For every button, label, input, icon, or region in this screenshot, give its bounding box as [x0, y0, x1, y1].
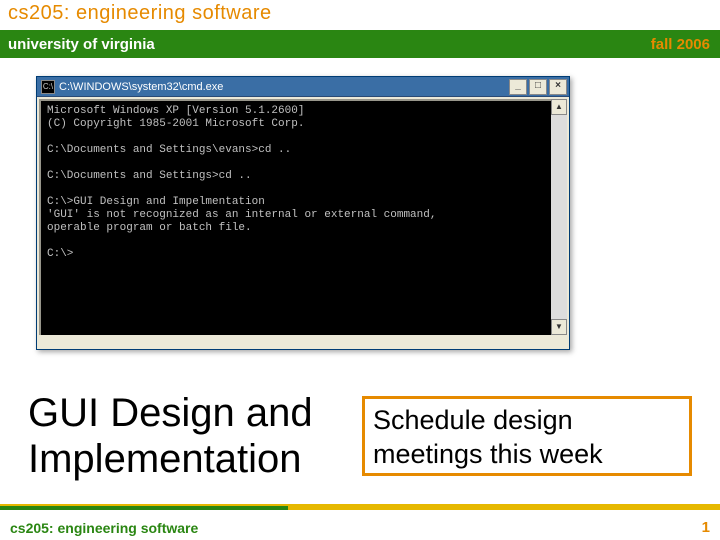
slide-title-line2: Implementation [28, 436, 313, 482]
minimize-button[interactable]: _ [509, 79, 527, 95]
slide-title-line1: GUI Design and [28, 390, 313, 436]
scroll-down-icon[interactable]: ▼ [551, 319, 567, 335]
university-name: university of virginia [8, 36, 155, 53]
page-number: 1 [702, 519, 710, 536]
term-label: fall 2006 [651, 36, 710, 53]
cmd-window: C:\ C:\WINDOWS\system32\cmd.exe _ □ × Mi… [36, 76, 570, 350]
scroll-up-icon[interactable]: ▲ [551, 99, 567, 115]
callout-line1: Schedule design [373, 403, 681, 437]
slide-footer: cs205: engineering software 1 [10, 519, 710, 536]
slide-title: GUI Design and Implementation [28, 390, 313, 482]
header-top: cs205: engineering software [0, 0, 720, 30]
footer-rule [0, 506, 720, 510]
maximize-button[interactable]: □ [529, 79, 547, 95]
vertical-scrollbar[interactable]: ▲ ▼ [551, 99, 567, 335]
close-button[interactable]: × [549, 79, 567, 95]
cmd-icon: C:\ [41, 80, 55, 94]
callout-line2: meetings this week [373, 437, 681, 471]
footer-course: cs205: engineering software [10, 520, 198, 536]
callout-box: Schedule design meetings this week [362, 396, 692, 476]
scroll-track[interactable] [551, 115, 567, 319]
cmd-title-text: C:\WINDOWS\system32\cmd.exe [59, 81, 509, 93]
cmd-window-buttons: _ □ × [509, 79, 567, 95]
header-bottom: university of virginia fall 2006 [0, 30, 720, 56]
course-title: cs205: engineering software [8, 2, 272, 24]
slide-header: cs205: engineering software university o… [0, 0, 720, 58]
horizontal-scrollbar[interactable] [39, 335, 567, 347]
cmd-output: Microsoft Windows XP [Version 5.1.2600] … [39, 99, 567, 339]
cmd-titlebar: C:\ C:\WINDOWS\system32\cmd.exe _ □ × [37, 77, 569, 97]
